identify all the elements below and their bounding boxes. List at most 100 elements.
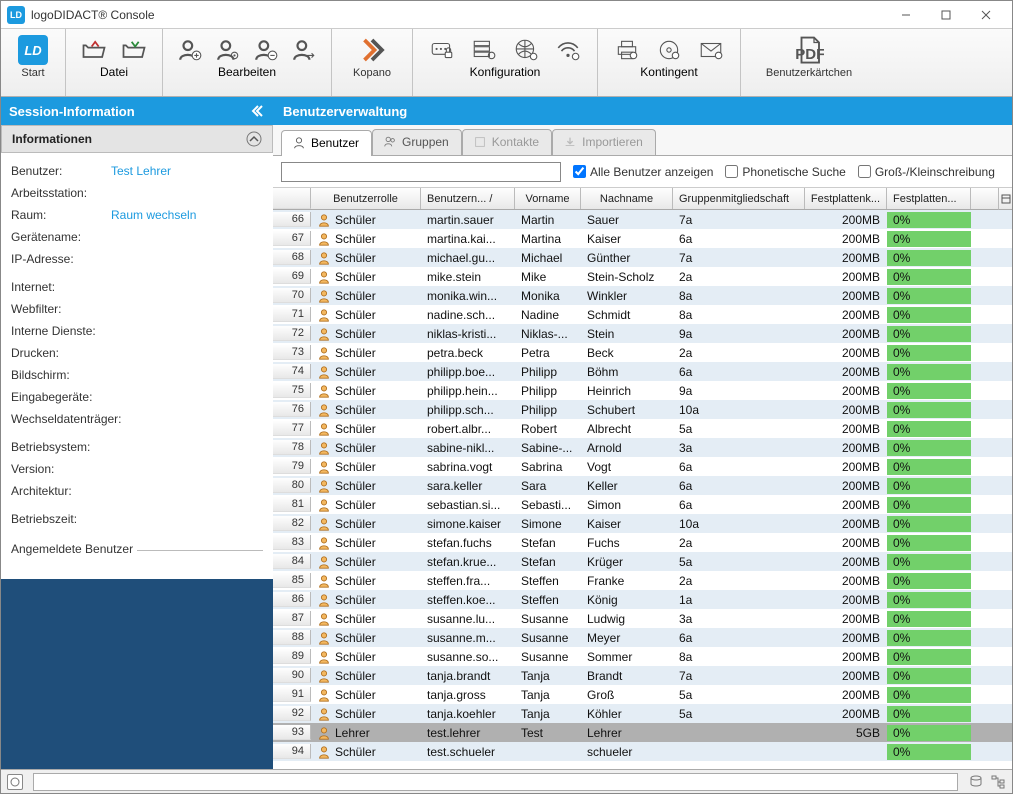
app-logo-icon: LD [18, 35, 48, 65]
tab-gruppen[interactable]: Gruppen [372, 129, 462, 155]
table-row[interactable]: 89Schülersusanne.so...SusanneSommer8a200… [273, 647, 1012, 666]
table-row[interactable]: 67Schülermartina.kai...MartinaKaiser6a20… [273, 229, 1012, 248]
table-row[interactable]: 68Schülermichael.gu...MichaelGünther7a20… [273, 248, 1012, 267]
table-row[interactable]: 80Schülersara.kellerSaraKeller6a200MB0% [273, 476, 1012, 495]
table-row[interactable]: 92Schülertanja.koehlerTanjaKöhler5a200MB… [273, 704, 1012, 723]
user-add-button[interactable] [171, 29, 209, 65]
printer-icon [612, 35, 642, 65]
session-info-header[interactable]: Session-Information [1, 97, 273, 125]
user-gear-icon [213, 35, 243, 65]
table-row[interactable]: 82Schülersimone.kaiserSimoneKaiser10a200… [273, 514, 1012, 533]
column-gruppen[interactable]: Gruppenmitgliedschaft [673, 188, 805, 209]
column-nachname[interactable]: Nachname [581, 188, 673, 209]
cell-quota: 200MB [805, 630, 887, 646]
table-row[interactable]: 78Schülersabine-nikl...Sabine-...Arnold3… [273, 438, 1012, 457]
label-bildschirm: Bildschirm: [11, 368, 111, 384]
close-button[interactable] [966, 2, 1006, 28]
database-icon[interactable] [968, 774, 984, 790]
table-row[interactable]: 66Schülermartin.sauerMartinSauer7a200MB0… [273, 210, 1012, 229]
cell-quota: 200MB [805, 497, 887, 513]
check-phonetische[interactable]: Phonetische Suche [725, 165, 845, 179]
config-server-button[interactable] [463, 29, 505, 65]
link-raum-wechseln[interactable]: Raum wechseln [111, 208, 196, 224]
cell-quota: 200MB [805, 573, 887, 589]
table-row[interactable]: 69Schülermike.steinMikeStein-Scholz2a200… [273, 267, 1012, 286]
tab-importieren[interactable]: Importieren [552, 129, 656, 155]
check-case[interactable]: Groß-/Kleinschreibung [858, 165, 995, 179]
table-row[interactable]: 76Schülerphilipp.sch...PhilippSchubert10… [273, 400, 1012, 419]
cell-username: stefan.fuchs [421, 535, 515, 551]
table-row[interactable]: 94Schülertest.schuelerschueler0% [273, 742, 1012, 761]
file-save-button[interactable] [114, 29, 154, 65]
cell-role: Schüler [311, 516, 421, 532]
column-vorname[interactable]: Vorname [515, 188, 581, 209]
tree-icon[interactable] [990, 774, 1006, 790]
check-alle-benutzer[interactable]: Alle Benutzer anzeigen [573, 165, 713, 179]
minimize-button[interactable] [886, 2, 926, 28]
kopano-button[interactable]: Kopano [340, 29, 404, 79]
table-row[interactable]: 85Schülersteffen.fra...SteffenFranke2a20… [273, 571, 1012, 590]
start-button[interactable]: LD Start [9, 29, 57, 79]
usercards-button[interactable]: PDF Benutzerkärtchen [749, 29, 869, 79]
globe-gear-icon [511, 35, 541, 65]
cell-index: 80 [273, 478, 311, 493]
cell-group: 6a [673, 364, 805, 380]
config-web-button[interactable] [505, 29, 547, 65]
table-row[interactable]: 75Schülerphilipp.hein...PhilippHeinrich9… [273, 381, 1012, 400]
user-convert-button[interactable] [285, 29, 323, 65]
cell-username: philipp.hein... [421, 383, 515, 399]
informationen-header[interactable]: Informationen [1, 125, 273, 153]
status-menu-button[interactable] [7, 774, 23, 790]
table-row[interactable]: 73Schülerpetra.beckPetraBeck2a200MB0% [273, 343, 1012, 362]
cell-usage: 0% [887, 516, 971, 532]
tab-kontakte[interactable]: Kontakte [462, 129, 552, 155]
cell-quota: 200MB [805, 440, 887, 456]
table-row[interactable]: 90Schülertanja.brandtTanjaBrandt7a200MB0… [273, 666, 1012, 685]
table-row[interactable]: 84Schülerstefan.krue...StefanKrüger5a200… [273, 552, 1012, 571]
column-username[interactable]: Benutzern... / [421, 188, 515, 209]
file-open-button[interactable] [74, 29, 114, 65]
column-usage[interactable]: Festplatten... [887, 188, 971, 209]
cell-quota: 200MB [805, 516, 887, 532]
table-row[interactable]: 81Schülersebastian.si...Sebasti...Simon6… [273, 495, 1012, 514]
maximize-button[interactable] [926, 2, 966, 28]
column-quota[interactable]: Festplattenk... [805, 188, 887, 209]
config-wifi-button[interactable] [547, 29, 589, 65]
table-row[interactable]: 74Schülerphilipp.boe...PhilippBöhm6a200M… [273, 362, 1012, 381]
cell-usage: 0% [887, 402, 971, 418]
table-row[interactable]: 77Schülerrobert.albr...RobertAlbrecht5a2… [273, 419, 1012, 438]
column-role[interactable]: Benutzerrolle [311, 188, 421, 209]
filter-input[interactable] [281, 162, 561, 182]
table-row[interactable]: 72Schülerniklas-kristi...Niklas-...Stein… [273, 324, 1012, 343]
cell-nachname: Fuchs [581, 535, 673, 551]
print-quota-button[interactable] [606, 29, 648, 65]
cell-role: Schüler [311, 706, 421, 722]
table-row[interactable]: 87Schülersusanne.lu...SusanneLudwig3a200… [273, 609, 1012, 628]
column-index[interactable] [273, 188, 311, 209]
disk-quota-button[interactable] [648, 29, 690, 65]
cell-username: sara.keller [421, 478, 515, 494]
cell-role: Schüler [311, 535, 421, 551]
table-body[interactable]: 66Schülermartin.sauerMartinSauer7a200MB0… [273, 210, 1012, 769]
table-row[interactable]: 93Lehrertest.lehrerTestLehrer5GB0% [273, 723, 1012, 742]
table-row[interactable]: 91Schülertanja.grossTanjaGroß5a200MB0% [273, 685, 1012, 704]
user-remove-button[interactable] [247, 29, 285, 65]
cell-index: 91 [273, 687, 311, 702]
table-row[interactable]: 88Schülersusanne.m...SusanneMeyer6a200MB… [273, 628, 1012, 647]
cell-role: Schüler [311, 307, 421, 323]
config-password-button[interactable] [421, 29, 463, 65]
table-row[interactable]: 83Schülerstefan.fuchsStefanFuchs2a200MB0… [273, 533, 1012, 552]
cell-role: Schüler [311, 497, 421, 513]
user-settings-button[interactable] [209, 29, 247, 65]
mail-quota-button[interactable] [690, 29, 732, 65]
table-row[interactable]: 71Schülernadine.sch...NadineSchmidt8a200… [273, 305, 1012, 324]
value-benutzer[interactable]: Test Lehrer [111, 164, 171, 180]
content-heading: Benutzerverwaltung [273, 97, 1012, 125]
table-row[interactable]: 70Schülermonika.win...MonikaWinkler8a200… [273, 286, 1012, 305]
tab-benutzer[interactable]: Benutzer [281, 130, 372, 156]
cell-username: niklas-kristi... [421, 326, 515, 342]
cell-group: 8a [673, 307, 805, 323]
table-row[interactable]: 86Schülersteffen.koe...SteffenKönig1a200… [273, 590, 1012, 609]
column-config-button[interactable] [998, 188, 1012, 210]
table-row[interactable]: 79Schülersabrina.vogtSabrinaVogt6a200MB0… [273, 457, 1012, 476]
